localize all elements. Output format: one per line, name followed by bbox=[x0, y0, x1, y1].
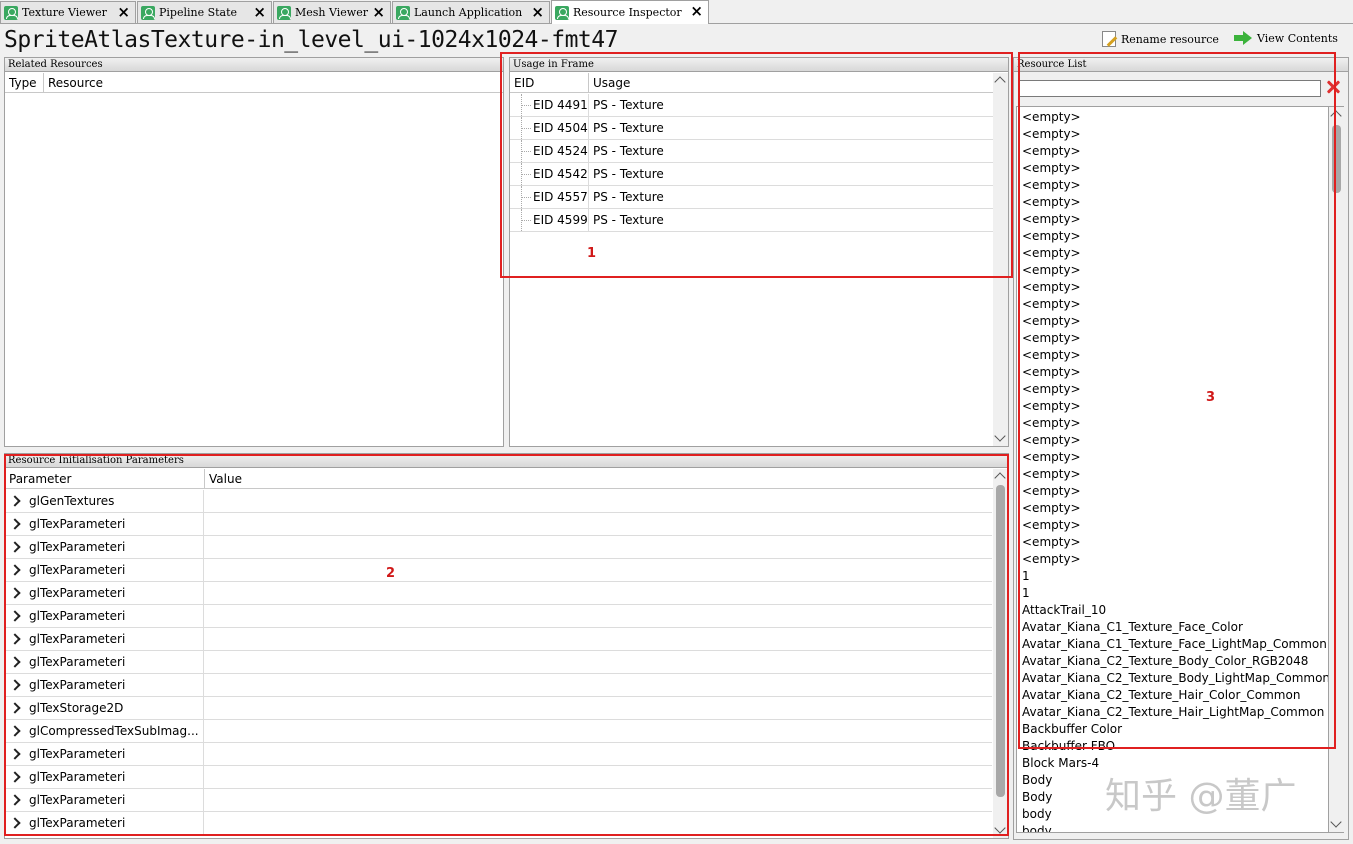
close-icon[interactable]: × bbox=[690, 3, 703, 19]
user-icon bbox=[277, 5, 291, 20]
chevron-down-icon[interactable] bbox=[1330, 816, 1342, 828]
view-contents-button[interactable]: View Contents bbox=[1234, 31, 1338, 45]
tab-launch-application[interactable]: Launch Application × bbox=[392, 1, 550, 23]
list-item[interactable]: Body bbox=[1022, 789, 1052, 806]
close-icon[interactable]: × bbox=[253, 4, 266, 20]
annotation-box-3 bbox=[1018, 52, 1336, 749]
close-icon[interactable]: × bbox=[531, 4, 544, 20]
annotation-label-1: 1 bbox=[587, 246, 597, 261]
list-item[interactable]: body bbox=[1022, 806, 1052, 823]
tab-label: Launch Application bbox=[414, 6, 523, 19]
user-icon bbox=[4, 5, 18, 20]
tab-pipeline-state[interactable]: Pipeline State × bbox=[137, 1, 272, 23]
tab-label: Pipeline State bbox=[159, 6, 238, 19]
annotation-box-2 bbox=[4, 454, 1009, 836]
annotation-box-1 bbox=[500, 52, 1013, 278]
close-icon[interactable]: × bbox=[372, 4, 385, 20]
column-header-resource[interactable]: Resource bbox=[44, 73, 503, 93]
table-header: Type Resource bbox=[5, 73, 503, 93]
user-icon bbox=[141, 5, 155, 20]
tab-label: Texture Viewer bbox=[22, 6, 107, 19]
list-item[interactable]: body bbox=[1022, 823, 1052, 832]
close-icon[interactable]: × bbox=[117, 4, 130, 20]
watermark: 知乎 @董广 bbox=[1105, 776, 1297, 817]
panel-title: Related Resources bbox=[5, 58, 503, 72]
rename-label: Rename resource bbox=[1121, 32, 1219, 46]
tab-label: Resource Inspector bbox=[573, 6, 682, 19]
list-item[interactable]: Block Mars-4 bbox=[1022, 755, 1099, 772]
view-contents-label: View Contents bbox=[1257, 31, 1338, 45]
chevron-down-icon[interactable] bbox=[994, 430, 1006, 442]
annotation-label-2: 2 bbox=[386, 566, 396, 581]
tab-mesh-viewer[interactable]: Mesh Viewer × bbox=[273, 1, 391, 23]
tab-texture-viewer[interactable]: Texture Viewer × bbox=[0, 1, 136, 23]
annotation-label-3: 3 bbox=[1206, 390, 1216, 405]
resource-title[interactable]: SpriteAtlasTexture-in_level_ui-1024x1024… bbox=[4, 27, 618, 53]
rename-icon bbox=[1102, 31, 1116, 47]
tab-resource-inspector[interactable]: Resource Inspector × bbox=[551, 0, 709, 24]
column-header-type[interactable]: Type bbox=[5, 73, 44, 93]
list-item[interactable]: Body bbox=[1022, 772, 1052, 789]
related-resources-panel: Related Resources Type Resource bbox=[4, 57, 504, 447]
tab-bar: Texture Viewer × Pipeline State × Mesh V… bbox=[0, 0, 1353, 24]
user-icon bbox=[555, 5, 569, 20]
user-icon bbox=[396, 5, 410, 20]
arrow-right-icon bbox=[1234, 31, 1252, 45]
rename-resource-button[interactable]: Rename resource bbox=[1102, 31, 1219, 47]
tab-label: Mesh Viewer bbox=[295, 6, 368, 19]
